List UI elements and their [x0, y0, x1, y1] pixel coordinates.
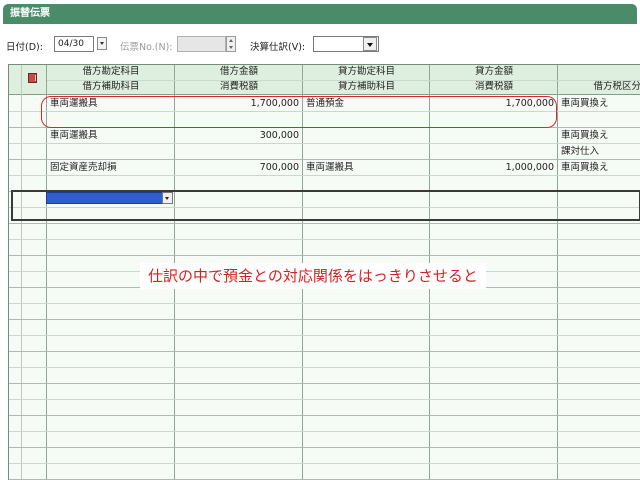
row3-credit-amount[interactable]: 1,000,000	[430, 160, 557, 175]
highlight-callout	[41, 96, 557, 128]
header-divider	[47, 80, 640, 81]
row-line	[9, 143, 640, 144]
row-line	[9, 351, 640, 352]
row-line	[9, 319, 640, 320]
row-line	[9, 415, 640, 416]
slip-no-label: 伝票No.(N):	[120, 42, 173, 53]
header-debit-tax[interactable]: 消費税額	[175, 80, 303, 95]
row3-tax-class[interactable]: 車両買換え	[558, 160, 640, 175]
row-line	[9, 223, 640, 224]
row3-credit-account[interactable]: 車両運搬具	[303, 160, 429, 175]
row-line	[9, 463, 640, 464]
header-debit-sub-account[interactable]: 借方補助科目	[47, 80, 175, 95]
account-dropdown-icon[interactable]	[162, 192, 173, 204]
row-line	[9, 255, 640, 256]
slip-no-input[interactable]	[177, 36, 226, 52]
row2-credit-amount[interactable]	[430, 128, 557, 143]
book-icon	[28, 73, 37, 83]
row3-debit-account[interactable]: 固定資産売却損	[47, 160, 174, 175]
row2-debit-amount[interactable]: 300,000	[175, 128, 302, 143]
date-input[interactable]: 04/30	[54, 36, 94, 52]
row-line	[9, 431, 640, 432]
row-line	[9, 239, 640, 240]
header-debit-amount[interactable]: 借方金額	[175, 65, 303, 80]
row-line	[9, 175, 640, 176]
annotation-caption: 仕訳の中で預金との対応関係をはっきりさせると	[140, 263, 486, 289]
date-label: 日付(D):	[6, 42, 43, 53]
row2-tax-class[interactable]: 車両買換え	[558, 128, 640, 143]
header-debit-account[interactable]: 借方勘定科目	[47, 65, 175, 80]
row2-tax-class-2[interactable]: 課対仕入	[558, 144, 640, 159]
header-credit-amount[interactable]: 貸方金額	[430, 65, 558, 80]
slip-no-spinner-icon[interactable]	[226, 36, 236, 52]
closing-entry-label: 決算仕訳(V):	[250, 42, 306, 53]
row-line	[9, 303, 640, 304]
row1-tax-class[interactable]: 車両買換え	[558, 96, 640, 111]
row-line	[9, 399, 640, 400]
row-line	[9, 335, 640, 336]
date-dropdown-icon[interactable]	[97, 37, 107, 50]
row-line	[9, 367, 640, 368]
chevron-down-icon[interactable]	[363, 37, 377, 51]
row-line	[9, 383, 640, 384]
header-credit-sub-account[interactable]: 貸方補助科目	[303, 80, 430, 95]
row2-debit-account[interactable]: 車両運搬具	[47, 128, 174, 143]
header-credit-account[interactable]: 貸方勘定科目	[303, 65, 430, 80]
toolbar: 日付(D): 04/30 伝票No.(N): 決算仕訳(V):	[0, 34, 640, 54]
row2-credit-account[interactable]	[303, 128, 429, 143]
account-edit-input[interactable]	[46, 192, 173, 204]
row3-debit-amount[interactable]: 700,000	[175, 160, 302, 175]
header-credit-tax[interactable]: 消費税額	[430, 80, 558, 95]
row-line	[9, 447, 640, 448]
header-debit-tax-class[interactable]: 借方税区分	[558, 80, 640, 95]
window-title: 振替伝票	[3, 4, 637, 24]
